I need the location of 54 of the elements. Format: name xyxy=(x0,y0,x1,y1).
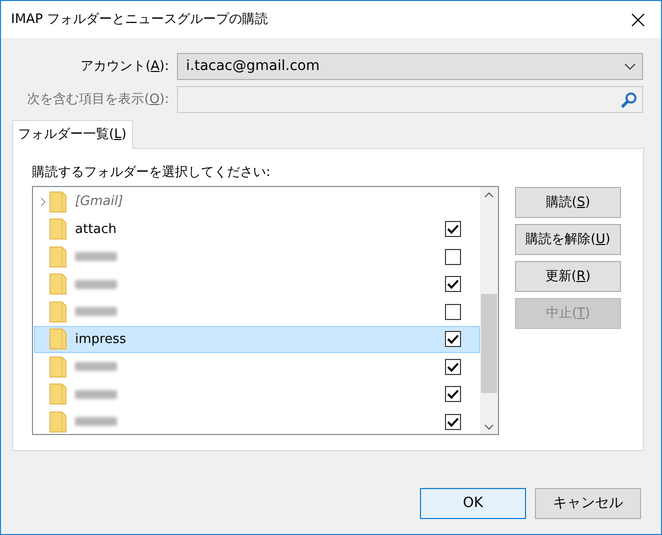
chevron-up-icon xyxy=(484,192,494,198)
action-button[interactable]: 購読を解除(U) xyxy=(515,224,621,255)
folder-list[interactable]: [Gmail] attach impress xyxy=(32,186,499,435)
account-label: アカウント(A): xyxy=(80,58,170,76)
checkmark-icon xyxy=(447,224,459,234)
folder-icon xyxy=(49,383,67,406)
subscribe-checkbox[interactable] xyxy=(445,414,461,430)
folder-icon xyxy=(49,246,67,268)
subscribe-checkbox[interactable] xyxy=(445,304,461,320)
chevron-down-icon xyxy=(624,62,636,70)
folder-icon xyxy=(49,300,67,323)
folder-name: [Gmail] xyxy=(75,193,124,211)
checkmark-icon xyxy=(447,334,459,344)
action-button[interactable]: 更新(R) xyxy=(515,261,621,292)
blurred-folder-name xyxy=(75,362,117,372)
folder-name: impress xyxy=(75,330,128,348)
cancel-button[interactable]: キャンセル xyxy=(535,488,641,518)
folder-row[interactable]: impress xyxy=(34,326,480,353)
chevron-down-icon xyxy=(484,424,494,430)
folder-row[interactable]: [Gmail] xyxy=(34,188,480,216)
ok-button[interactable]: OK xyxy=(420,488,526,518)
account-dropdown[interactable]: i.tacac@gmail.com xyxy=(177,53,643,80)
folder-icon xyxy=(49,218,67,240)
folder-icon xyxy=(49,410,67,433)
folder-icon xyxy=(49,273,67,296)
folder-name: attach xyxy=(75,220,118,238)
filter-label: 次を含む項目を表示(O): xyxy=(26,90,170,109)
instruction-text: 購読するフォルダーを選択してください: xyxy=(32,164,272,182)
subscribe-checkbox[interactable] xyxy=(445,386,461,402)
checkmark-icon xyxy=(447,279,459,290)
blurred-folder-name xyxy=(75,417,117,426)
window-title: IMAP フォルダーとニュースグループの購読 xyxy=(11,10,268,29)
subscribe-checkbox[interactable] xyxy=(445,358,461,375)
checkmark-icon xyxy=(447,362,459,372)
folder-icon xyxy=(49,356,67,378)
checkmark-icon xyxy=(447,416,459,427)
blurred-folder-name xyxy=(75,390,117,399)
blurred-folder-name xyxy=(75,307,117,316)
folder-row[interactable]: attach xyxy=(34,216,480,243)
subscribe-checkbox[interactable] xyxy=(445,276,461,292)
blurred-folder-name xyxy=(75,252,117,262)
action-button[interactable]: 購読(S) xyxy=(515,187,621,218)
blurred-folder-name xyxy=(75,280,117,289)
folder-icon xyxy=(49,328,67,350)
search-icon xyxy=(620,90,638,108)
scrollbar[interactable] xyxy=(480,187,498,434)
scrollbar-thumb[interactable] xyxy=(481,294,497,393)
subscribe-checkbox[interactable] xyxy=(445,331,461,348)
checkmark-icon xyxy=(447,389,459,400)
subscribe-checkbox[interactable] xyxy=(445,221,461,238)
close-icon xyxy=(631,12,645,26)
subscribe-checkbox[interactable] xyxy=(445,248,461,265)
folder-list-tab[interactable]: フォルダー一覧(L) xyxy=(12,120,134,148)
folder-icon xyxy=(49,190,67,213)
